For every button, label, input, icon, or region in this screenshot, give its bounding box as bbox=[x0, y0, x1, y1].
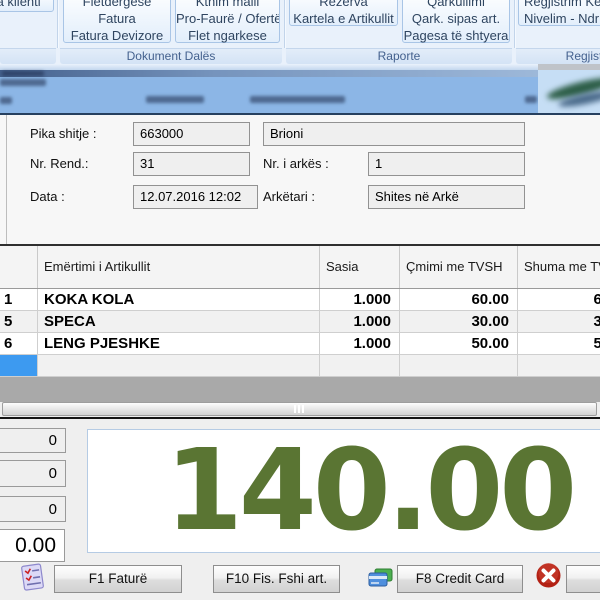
ribbon-item-pagesa-te-shtyera[interactable]: Pagesa të shtyera bbox=[403, 27, 509, 44]
ribbon-item-kartela-artikullit[interactable]: Kartela e Artikullit bbox=[290, 10, 397, 27]
ribbon-box-fatura: Fletdërgesë Fatura Fatura Devizore bbox=[63, 0, 171, 43]
close-icon[interactable] bbox=[535, 562, 562, 589]
splitter-grip-icon bbox=[294, 405, 296, 413]
table-row-empty[interactable] bbox=[0, 355, 600, 377]
bottom-field-1[interactable]: 0 bbox=[0, 460, 66, 487]
cell-name[interactable]: KOKA KOLA bbox=[38, 289, 320, 311]
ribbon-item-regjistrim[interactable]: Regjistrim Ke bbox=[519, 0, 600, 10]
nr-rend-field[interactable]: 31 bbox=[133, 152, 250, 176]
cell-price[interactable]: 50.00 bbox=[400, 333, 518, 355]
cell-name[interactable]: LENG PJESHKE bbox=[38, 333, 320, 355]
ribbon-item-client-label[interactable]: ga klienti bbox=[0, 0, 53, 10]
cell-rownum[interactable]: 5 bbox=[0, 311, 38, 333]
table-header-emertimi[interactable]: Emërtimi i Artikullit bbox=[38, 246, 320, 288]
credit-card-icon[interactable] bbox=[366, 563, 394, 591]
cell-sum[interactable]: 50.00 bbox=[518, 333, 600, 355]
ribbon-toolbar: ga klienti Fletdërgesë Fatura Fatura Dev… bbox=[0, 0, 600, 64]
cell-price[interactable]: 30.00 bbox=[400, 311, 518, 333]
cell-qty[interactable]: 1.000 bbox=[320, 289, 400, 311]
f10-fshi-art-button[interactable]: F10 Fis. Fshi art. bbox=[213, 565, 340, 593]
ribbon-item-rezerva[interactable]: Rezerva bbox=[290, 0, 397, 10]
ribbon-group-label-regjistr: Regjistr bbox=[516, 48, 600, 64]
table-header-shuma[interactable]: Shuma me TVSH bbox=[518, 246, 600, 288]
ribbon-separator bbox=[514, 0, 515, 48]
data-field[interactable]: 12.07.2016 12:02 bbox=[133, 185, 258, 209]
cell-name[interactable]: SPECA bbox=[38, 311, 320, 333]
ribbon-item-qarkullimi[interactable]: Qarkullimi bbox=[403, 0, 509, 10]
items-table: Emërtimi i Artikullit Sasia Çmimi me TVS… bbox=[0, 244, 600, 402]
ribbon-item-kthim-malli[interactable]: Kthim malli bbox=[176, 0, 279, 10]
grand-total: 140.00 bbox=[165, 429, 573, 553]
redacted-text bbox=[146, 96, 204, 103]
redacted-text bbox=[525, 96, 537, 103]
f1-fature-button[interactable]: F1 Faturë bbox=[54, 565, 182, 593]
pika-shitje-name-field[interactable]: Brioni bbox=[263, 122, 525, 146]
ribbon-group-label-raporte: Raporte bbox=[286, 48, 512, 64]
bottom-field-0[interactable]: 0 bbox=[0, 428, 66, 453]
document-title-strip bbox=[0, 70, 538, 77]
redacted-text bbox=[2, 71, 44, 76]
document-header-band bbox=[0, 77, 538, 113]
cell-rownum[interactable]: 6 bbox=[0, 333, 38, 355]
ribbon-group-label-dokument-dales: Dokument Dalës bbox=[60, 48, 282, 64]
partial-button[interactable] bbox=[566, 565, 600, 593]
nr-rend-label: Nr. Rend.: bbox=[30, 152, 89, 176]
pika-shitje-code-field[interactable]: 663000 bbox=[133, 122, 250, 146]
arketari-field[interactable]: Shites në Arkë bbox=[368, 185, 525, 209]
f8-credit-card-button[interactable]: F8 Credit Card bbox=[397, 565, 523, 593]
cell-rownum[interactable]: 1 bbox=[0, 289, 38, 311]
invoice-icon[interactable] bbox=[18, 562, 48, 592]
ribbon-item-qark-sipas-art[interactable]: Qark. sipas art. bbox=[403, 10, 509, 27]
ribbon-item-fatura-devizore[interactable]: Fatura Devizore bbox=[64, 27, 170, 44]
cell-qty[interactable] bbox=[320, 355, 400, 377]
table-header-row: Emërtimi i Artikullit Sasia Çmimi me TVS… bbox=[0, 246, 600, 289]
ribbon-item-fletdergese[interactable]: Fletdërgesë bbox=[64, 0, 170, 10]
table-header-sasia[interactable]: Sasia bbox=[320, 246, 400, 288]
ribbon-separator bbox=[57, 0, 58, 48]
cell-name[interactable] bbox=[38, 355, 320, 377]
arketari-label: Arkëtari : bbox=[263, 185, 315, 209]
ribbon-item-pro-faure-oferte[interactable]: Pro-Faurë / Ofertë bbox=[176, 10, 279, 27]
table-row[interactable]: 1 KOKA KOLA 1.000 60.00 60.00 bbox=[0, 289, 600, 311]
cell-qty[interactable]: 1.000 bbox=[320, 333, 400, 355]
cell-price[interactable]: 60.00 bbox=[400, 289, 518, 311]
cell-price[interactable] bbox=[400, 355, 518, 377]
redacted-text bbox=[250, 96, 345, 103]
form-left-border bbox=[6, 115, 7, 244]
data-label: Data : bbox=[30, 185, 65, 209]
table-row[interactable]: 5 SPECA 1.000 30.00 30.00 bbox=[0, 311, 600, 333]
ribbon-separator bbox=[284, 0, 285, 48]
cell-sum[interactable]: 60.00 bbox=[518, 289, 600, 311]
splitter-grip-icon bbox=[298, 405, 300, 413]
ribbon-box-qarkullimi: Qarkullimi Qark. sipas art. Pagesa të sh… bbox=[402, 0, 510, 43]
bottom-field-2[interactable]: 0 bbox=[0, 496, 66, 522]
ribbon-box-rezerva: Rezerva Kartela e Artikullit bbox=[289, 0, 398, 26]
table-header-rownum[interactable] bbox=[0, 246, 38, 288]
pika-shitje-label: Pika shitje : bbox=[30, 122, 96, 146]
table-header-cmimi[interactable]: Çmimi me TVSH bbox=[400, 246, 518, 288]
ribbon-item-nivelim[interactable]: Nivelim - Ndr bbox=[519, 10, 600, 27]
redacted-text bbox=[0, 97, 12, 104]
header-logo-panel bbox=[538, 70, 600, 113]
ribbon-box-kthim: Kthim malli Pro-Faurë / Ofertë Flet ngar… bbox=[175, 0, 280, 43]
table-row[interactable]: 6 LENG PJESHKE 1.000 50.00 50.00 bbox=[0, 333, 600, 355]
ribbon-item-fatura[interactable]: Fatura bbox=[64, 10, 170, 27]
ribbon-button-client[interactable]: ga klienti bbox=[0, 0, 54, 12]
cell-sum[interactable]: 30.00 bbox=[518, 311, 600, 333]
ribbon-box-regjistrim: Regjistrim Ke Nivelim - Ndr bbox=[518, 0, 600, 26]
nr-arkes-field[interactable]: 1 bbox=[368, 152, 525, 176]
ribbon-item-flet-ngarkese[interactable]: Flet ngarkese bbox=[176, 27, 279, 44]
cell-qty[interactable]: 1.000 bbox=[320, 311, 400, 333]
ribbon-group-label-left bbox=[0, 48, 56, 64]
redacted-text bbox=[0, 79, 46, 86]
bottom-field-amount[interactable]: 0.00 bbox=[0, 529, 65, 562]
cell-sum[interactable] bbox=[518, 355, 600, 377]
nr-arkes-label: Nr. i arkës : bbox=[263, 152, 329, 176]
selected-row-indicator[interactable] bbox=[0, 355, 38, 377]
splitter-grip-icon bbox=[302, 405, 304, 413]
